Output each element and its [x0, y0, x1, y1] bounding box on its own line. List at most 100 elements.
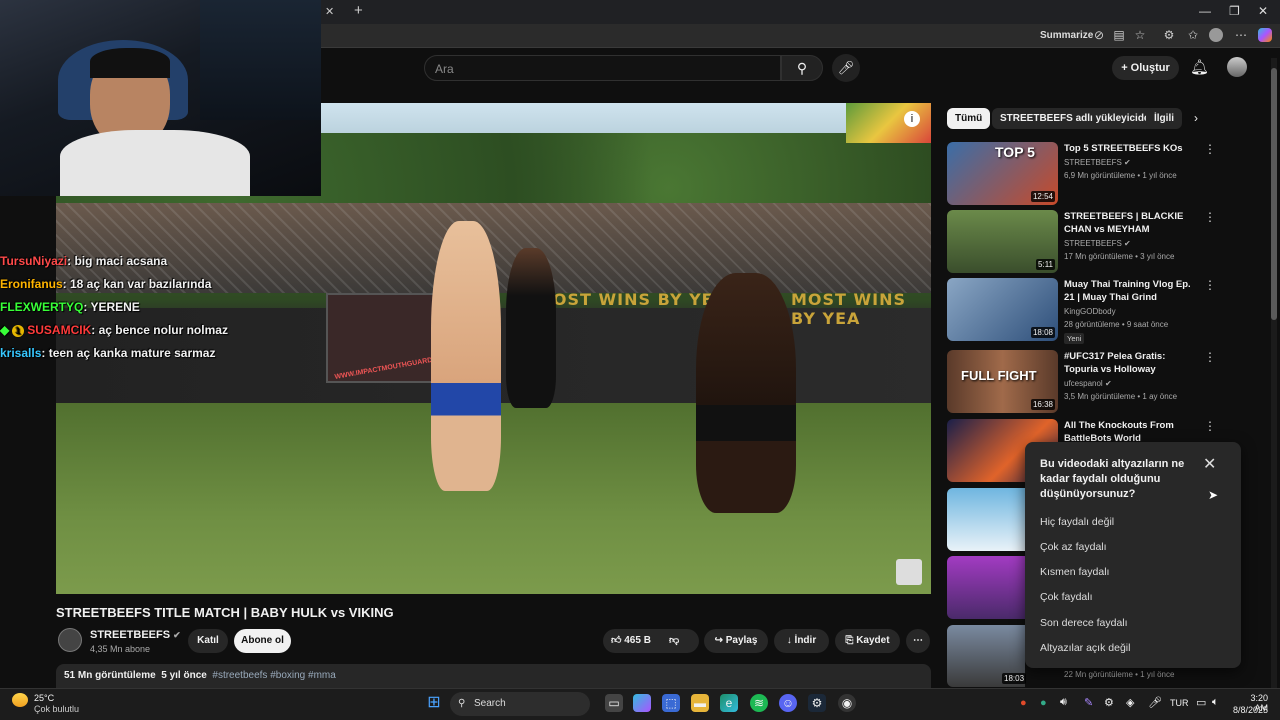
recommended-channel[interactable]: STREETBEEFS ✔ [1064, 158, 1131, 167]
favorite-star-icon[interactable]: ☆ [1133, 28, 1147, 42]
tray-pen-icon[interactable]: ✎ [1084, 696, 1093, 709]
chat-username: krisalls [0, 346, 42, 360]
upload-age: 5 yıl önce [161, 670, 207, 681]
fighter-right [696, 273, 796, 513]
channel-watermark[interactable] [896, 559, 922, 585]
favorites-icon[interactable]: ✩ [1186, 28, 1200, 42]
recommended-video[interactable]: 18:08 Muay Thai Training Vlog Ep. 21 | M… [947, 278, 1216, 344]
scrollbar-thumb[interactable] [1271, 68, 1277, 320]
weather-desc[interactable]: Çok bulutlu [34, 704, 79, 714]
feedback-option[interactable]: Çok az faydalı [1040, 541, 1107, 553]
extension-icon[interactable]: ⚙ [1162, 28, 1176, 42]
ai-icon[interactable]: ⊘ [1092, 28, 1106, 42]
tray-mic-icon[interactable]: 🎤︎ [1148, 696, 1162, 709]
tray-app-icon[interactable]: ● [1040, 697, 1047, 709]
more-vertical-icon[interactable]: ⋮ [1204, 419, 1216, 433]
notifications-bell-icon[interactable]: 🔔︎ [1190, 58, 1209, 76]
search-button[interactable]: ⚲ [781, 55, 823, 81]
chevron-right-icon[interactable]: › [1194, 111, 1198, 125]
save-button[interactable]: ⎘ Kaydet [835, 629, 900, 653]
feedback-option[interactable]: Çok faydalı [1040, 591, 1093, 603]
tray-steam-icon[interactable]: ⚙ [1104, 696, 1114, 709]
subscribe-button[interactable]: Abone ol [234, 629, 291, 653]
app-icon[interactable]: ◉ [838, 694, 856, 712]
recommended-video[interactable]: TOP 5 12:54 Top 5 STREETBEEFS KOs STREET… [947, 142, 1216, 206]
view-count: 51 Mn görüntüleme [64, 670, 156, 681]
close-tab-icon[interactable]: ✕ [325, 5, 334, 18]
chat-message: TursuNiyazi: big maci acsana [0, 254, 167, 268]
channel-avatar[interactable] [58, 628, 82, 652]
subscriber-count: 4,35 Mn abone [90, 644, 151, 654]
copilot-icon[interactable] [1258, 28, 1272, 42]
recommended-video[interactable]: FULL FIGHT 16:38 #UFC317 Pelea Gratis: T… [947, 350, 1216, 414]
language-indicator[interactable]: TUR [1170, 698, 1189, 708]
feedback-option[interactable]: Kısmen faydalı [1040, 566, 1109, 578]
summarize-button[interactable]: Summarize [1040, 30, 1093, 41]
recommended-meta: 28 görüntüleme • 9 saat önce [1064, 320, 1169, 329]
profile-icon[interactable] [1209, 28, 1223, 42]
voice-search-button[interactable]: 🎤︎ [832, 54, 860, 82]
recommended-channel[interactable]: STREETBEEFS ✔ [1064, 239, 1131, 248]
network-icon[interactable]: ▭ [1196, 696, 1206, 709]
search-input[interactable]: Ara [424, 55, 781, 81]
tray-app-icon[interactable]: ● [1020, 697, 1027, 709]
banner-text: MOST WINS BY YEA [791, 290, 907, 328]
reading-view-icon[interactable]: ▤ [1112, 28, 1126, 42]
info-icon[interactable]: i [904, 111, 920, 127]
weather-temp[interactable]: 25°C [34, 693, 54, 703]
task-view-icon[interactable]: ▭ [605, 694, 623, 712]
close-window-button[interactable]: ✕ [1258, 4, 1268, 18]
recommended-channel[interactable]: KingGODbody [1064, 307, 1116, 316]
spotify-icon[interactable]: ≋ [750, 694, 768, 712]
download-button[interactable]: ↓ İndir [774, 629, 829, 653]
more-vertical-icon[interactable]: ⋮ [1204, 278, 1216, 292]
dislike-button[interactable]: 👎︎ [669, 629, 679, 653]
steam-icon[interactable]: ⚙ [808, 694, 826, 712]
feedback-option[interactable]: Hiç faydalı değil [1040, 516, 1114, 528]
channel-name[interactable]: STREETBEEFS ✔ [90, 629, 181, 641]
more-menu-icon[interactable]: ⋯ [1234, 28, 1248, 42]
store-icon[interactable]: ⬚ [662, 694, 680, 712]
feedback-option[interactable]: Son derece faydalı [1040, 617, 1128, 629]
more-vertical-icon[interactable]: ⋮ [1204, 350, 1216, 364]
windows-start-icon[interactable]: ⊞ [425, 694, 443, 712]
feedback-option[interactable]: Altyazılar açık değil [1040, 642, 1130, 654]
recommended-meta: 6,9 Mn görüntüleme • 1 yıl önce [1064, 171, 1177, 180]
file-explorer-icon[interactable]: ▬ [691, 694, 709, 712]
chip-all[interactable]: Tümü [947, 108, 991, 129]
like-button[interactable]: 👍︎ 465 B [611, 635, 651, 646]
discord-icon[interactable]: ☺ [779, 694, 797, 712]
description-box[interactable]: 51 Mn görüntüleme 5 yıl önce #streetbeef… [56, 664, 931, 688]
more-vertical-icon[interactable]: ⋮ [1204, 142, 1216, 156]
video-thumbnail[interactable]: 18:03 [947, 625, 1027, 687]
maximize-button[interactable]: ❐ [1229, 4, 1240, 18]
chip-related[interactable]: İlgili [1146, 108, 1182, 129]
account-avatar[interactable] [1227, 57, 1247, 77]
tray-speaker-icon[interactable]: 🔊︎ [1060, 696, 1067, 709]
hashtags[interactable]: #streetbeefs #boxing #mma [212, 670, 335, 681]
share-button[interactable]: ↪ Paylaş [704, 629, 768, 653]
more-actions-button[interactable]: ⋯ [906, 629, 930, 653]
recommended-channel[interactable]: ufcespanol ✔ [1064, 379, 1112, 388]
video-thumbnail[interactable] [947, 556, 1025, 619]
recommended-video[interactable]: 5:11 STREETBEEFS | BLACKIE CHAN vs MEYHA… [947, 210, 1216, 274]
weather-icon[interactable] [12, 693, 28, 707]
create-button[interactable]: + Oluştur [1112, 56, 1179, 80]
clock-date[interactable]: 8/8/2025 [1230, 705, 1268, 715]
more-vertical-icon[interactable]: ⋮ [1204, 210, 1216, 224]
close-icon[interactable]: ✕ [1203, 454, 1216, 474]
tray-nvidia-icon[interactable]: ◈ [1126, 696, 1134, 709]
recommended-channel-text: STREETBEEFS [1064, 239, 1122, 248]
join-button[interactable]: Katıl [188, 629, 228, 653]
recommended-title: Top 5 STREETBEEFS KOs [1064, 143, 1183, 154]
minimize-button[interactable]: — [1199, 4, 1211, 18]
video-thumbnail[interactable] [947, 488, 1025, 551]
recommended-channel-text: STREETBEEFS [1064, 158, 1122, 167]
copilot-app-icon[interactable] [633, 694, 651, 712]
new-tab-icon[interactable]: + [354, 2, 363, 19]
edge-icon[interactable]: e [720, 694, 738, 712]
volume-icon[interactable]: 🔈︎ [1212, 696, 1219, 709]
chip-from-uploader[interactable]: STREETBEEFS adlı yükleyiciden [992, 108, 1164, 129]
taskbar-search[interactable]: ⚲ Search [450, 692, 590, 716]
video-title: STREETBEEFS TITLE MATCH | BABY HULK vs V… [56, 605, 394, 620]
